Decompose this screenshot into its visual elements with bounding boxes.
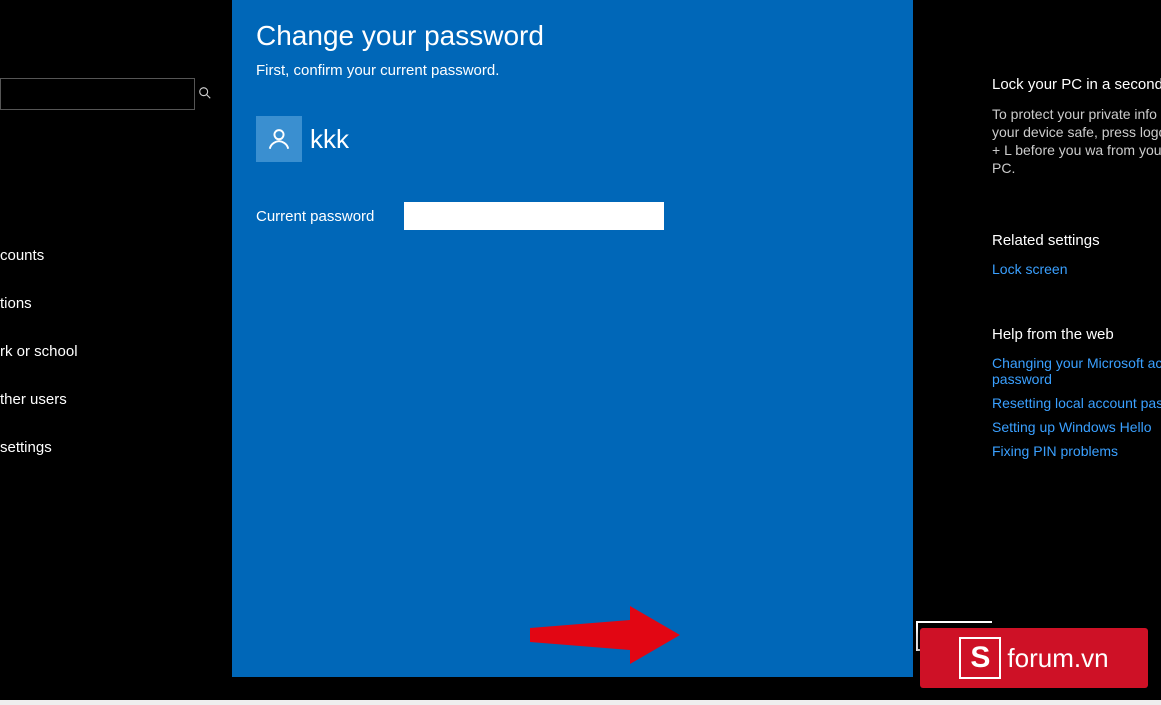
user-name: kkk — [310, 124, 349, 155]
dialog-title: Change your password — [256, 20, 544, 52]
user-icon — [266, 126, 292, 152]
help-link-reset-local[interactable]: Resetting local account pas — [992, 395, 1161, 411]
lock-screen-link[interactable]: Lock screen — [992, 261, 1161, 277]
tip-heading: Lock your PC in a second — [992, 76, 1161, 93]
search-box[interactable] — [0, 78, 195, 110]
sidebar-nav: counts tions rk or school ther users set… — [0, 232, 205, 472]
help-link-windows-hello[interactable]: Setting up Windows Hello — [992, 419, 1161, 435]
watermark-text: forum.vn — [1007, 643, 1108, 674]
sidebar-item-options[interactable]: tions — [0, 280, 205, 328]
sidebar-item-other-users[interactable]: ther users — [0, 376, 205, 424]
current-password-label: Current password — [256, 208, 404, 225]
avatar — [256, 116, 302, 162]
search-icon — [198, 86, 212, 103]
sidebar-item-settings[interactable]: settings — [0, 424, 205, 472]
help-heading: Help from the web — [992, 326, 1161, 343]
search-input[interactable] — [1, 86, 198, 102]
dialog-subtitle: First, confirm your current password. — [256, 62, 499, 79]
watermark-badge: S forum.vn — [920, 628, 1148, 688]
bottom-strip — [0, 700, 1161, 705]
current-password-row: Current password — [256, 202, 664, 230]
current-password-input[interactable] — [404, 202, 664, 230]
related-heading: Related settings — [992, 232, 1161, 249]
watermark-logo-icon: S — [959, 637, 1001, 679]
right-pane: Lock your PC in a second To protect your… — [992, 0, 1161, 700]
sidebar-item-accounts[interactable]: counts — [0, 232, 205, 280]
user-row: kkk — [256, 116, 349, 162]
settings-sidebar: counts tions rk or school ther users set… — [0, 0, 205, 700]
sidebar-item-work-school[interactable]: rk or school — [0, 328, 205, 376]
tip-body: To protect your private info keep your d… — [992, 105, 1161, 177]
help-link-change-password[interactable]: Changing your Microsoft ac password — [992, 355, 1161, 387]
change-password-dialog: Change your password First, confirm your… — [232, 0, 913, 677]
help-link-pin-problems[interactable]: Fixing PIN problems — [992, 443, 1161, 459]
